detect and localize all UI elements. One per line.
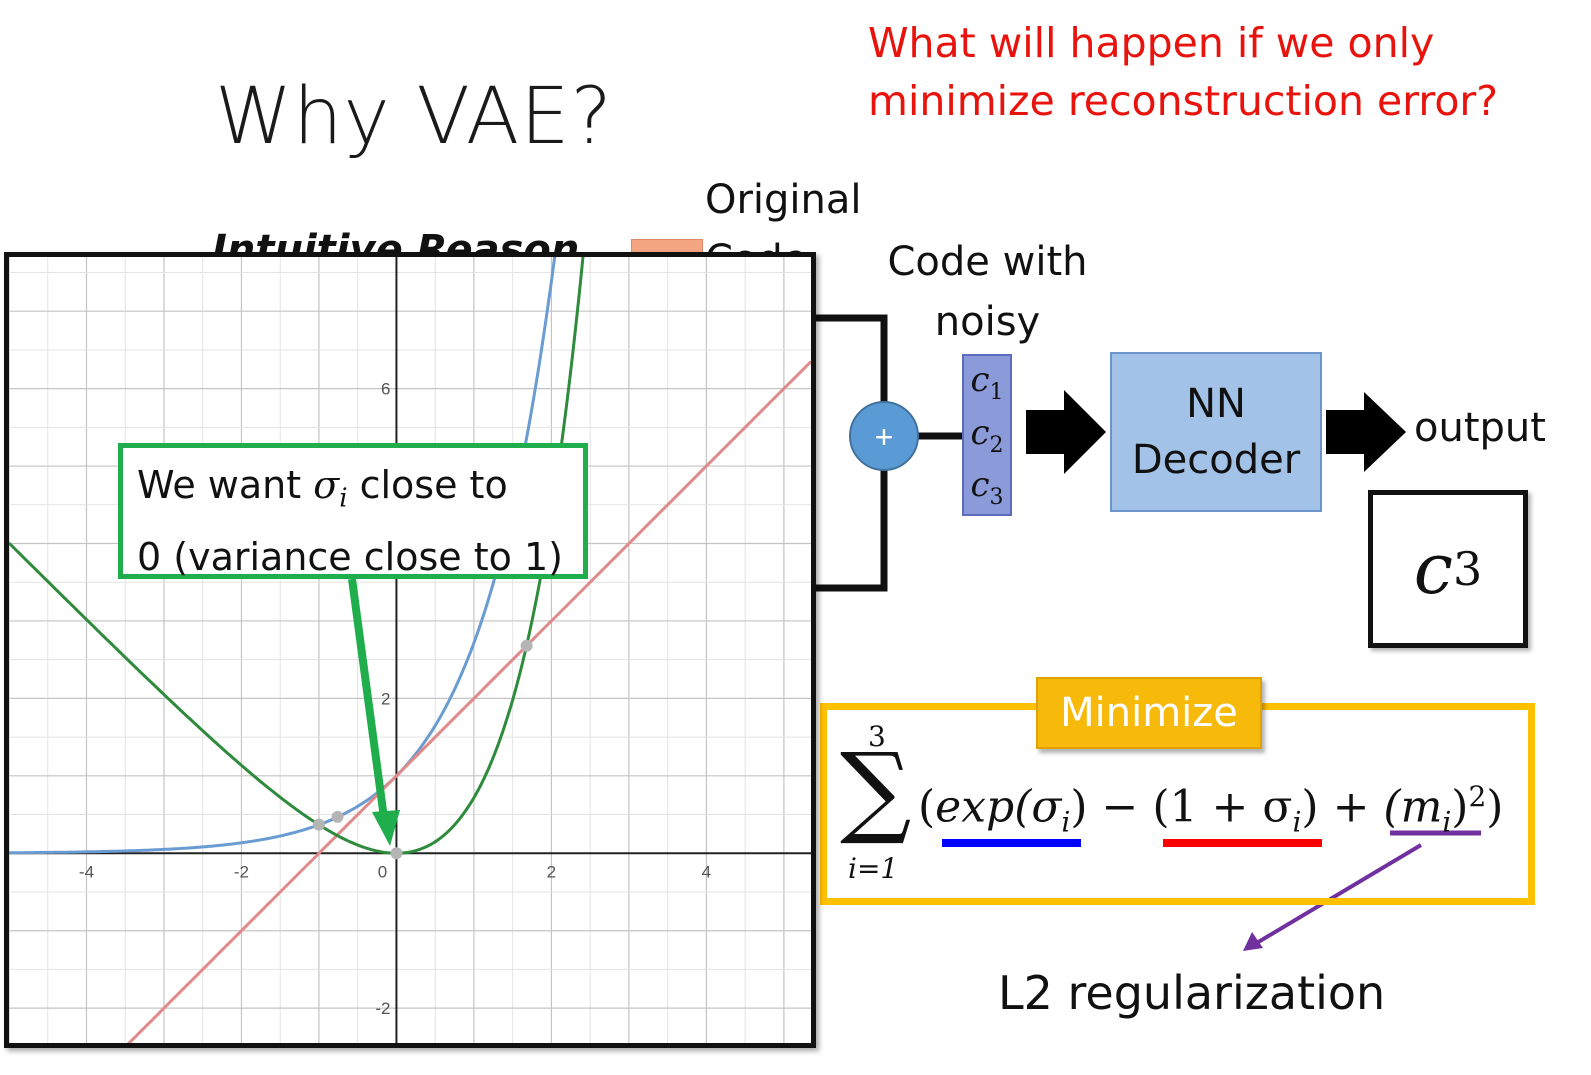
decoder-line-2: Decoder	[1131, 437, 1301, 483]
formula-linear-term: (1 + σ	[1152, 781, 1293, 833]
code-item-1: c1	[970, 360, 1003, 405]
arrow-to-output	[1326, 392, 1406, 472]
function-graph: -4 -2 0 2 4 6 2 -2	[4, 252, 816, 1048]
formula-square-term: (m	[1383, 781, 1443, 833]
sum-lower-limit: i=1	[848, 852, 899, 885]
formula-exp-term: exp(σ	[935, 781, 1062, 833]
y-tick-label: 6	[381, 380, 390, 399]
code-sub-1: 1	[989, 379, 1004, 405]
output-label: output	[1414, 405, 1546, 451]
code-item-3: c3	[970, 465, 1003, 510]
formula-square-sub: i	[1442, 805, 1452, 839]
formula-plus: +	[1318, 781, 1384, 833]
y-tick-label: -2	[375, 999, 390, 1018]
sigma-callout: We want σi close to 0 (variance close to…	[118, 443, 588, 579]
formula-exp-close: )	[1070, 781, 1088, 833]
callout-sigma-sub: i	[339, 483, 348, 514]
x-tick-label: -4	[79, 862, 94, 881]
y-tick-label: 2	[381, 689, 390, 708]
x-tick-label: -2	[234, 862, 249, 881]
graph-point	[390, 847, 403, 860]
code-item-2: c2	[970, 413, 1003, 458]
code-sub-2: 2	[989, 432, 1004, 458]
noisy-code-label: Code with noisy	[885, 232, 1090, 352]
formula-minus: −	[1087, 781, 1153, 833]
callout-sigma: σ	[313, 463, 340, 507]
output-code-sub: 3	[1452, 542, 1483, 596]
sum-symbol: ∑	[840, 731, 912, 848]
x-tick-label: 2	[547, 862, 556, 881]
callout-prefix: We want	[137, 463, 314, 507]
minimize-badge: Minimize	[1036, 677, 1262, 749]
callout-suffix: close to	[347, 463, 508, 507]
callout-line-1: We want σi close to	[137, 456, 569, 528]
x-tick-label: 0	[378, 862, 387, 881]
decoder-line-1: NN	[1186, 381, 1246, 427]
graph-point	[520, 639, 533, 652]
formula-expression: (exp(σi) − (1 + σi) + (mi)2)	[918, 780, 1503, 838]
arrow-to-decoder	[1026, 390, 1106, 474]
formula-linear-close: )	[1301, 781, 1319, 833]
code-var-1: c	[970, 359, 990, 400]
plus-symbol: +	[875, 419, 894, 455]
formula-close: )	[1486, 781, 1504, 833]
code-var-2: c	[970, 412, 990, 453]
nn-decoder-box: NN Decoder	[1110, 352, 1322, 512]
graph-point	[331, 810, 344, 823]
l2-regularization-label: L2 regularization	[998, 966, 1386, 1020]
noisy-code-line-2: noisy	[934, 299, 1041, 345]
x-tick-label: 4	[702, 862, 711, 881]
graph-point	[312, 818, 325, 831]
code-sub-3: 3	[989, 485, 1004, 511]
code-var-3: c	[970, 465, 990, 506]
noisy-code-vector: c1 c2 c3	[962, 354, 1012, 516]
formula-square-close: )	[1451, 781, 1469, 833]
graph-canvas: -4 -2 0 2 4 6 2 -2	[9, 257, 811, 1043]
output-code-var: c	[1413, 528, 1453, 610]
callout-line-2: 0 (variance close to 1)	[137, 534, 563, 579]
output-code-box: c3	[1368, 490, 1528, 648]
formula-square-sup: 2	[1468, 780, 1487, 813]
formula-open: (	[918, 781, 936, 833]
noisy-code-line-1: Code with	[887, 239, 1088, 285]
